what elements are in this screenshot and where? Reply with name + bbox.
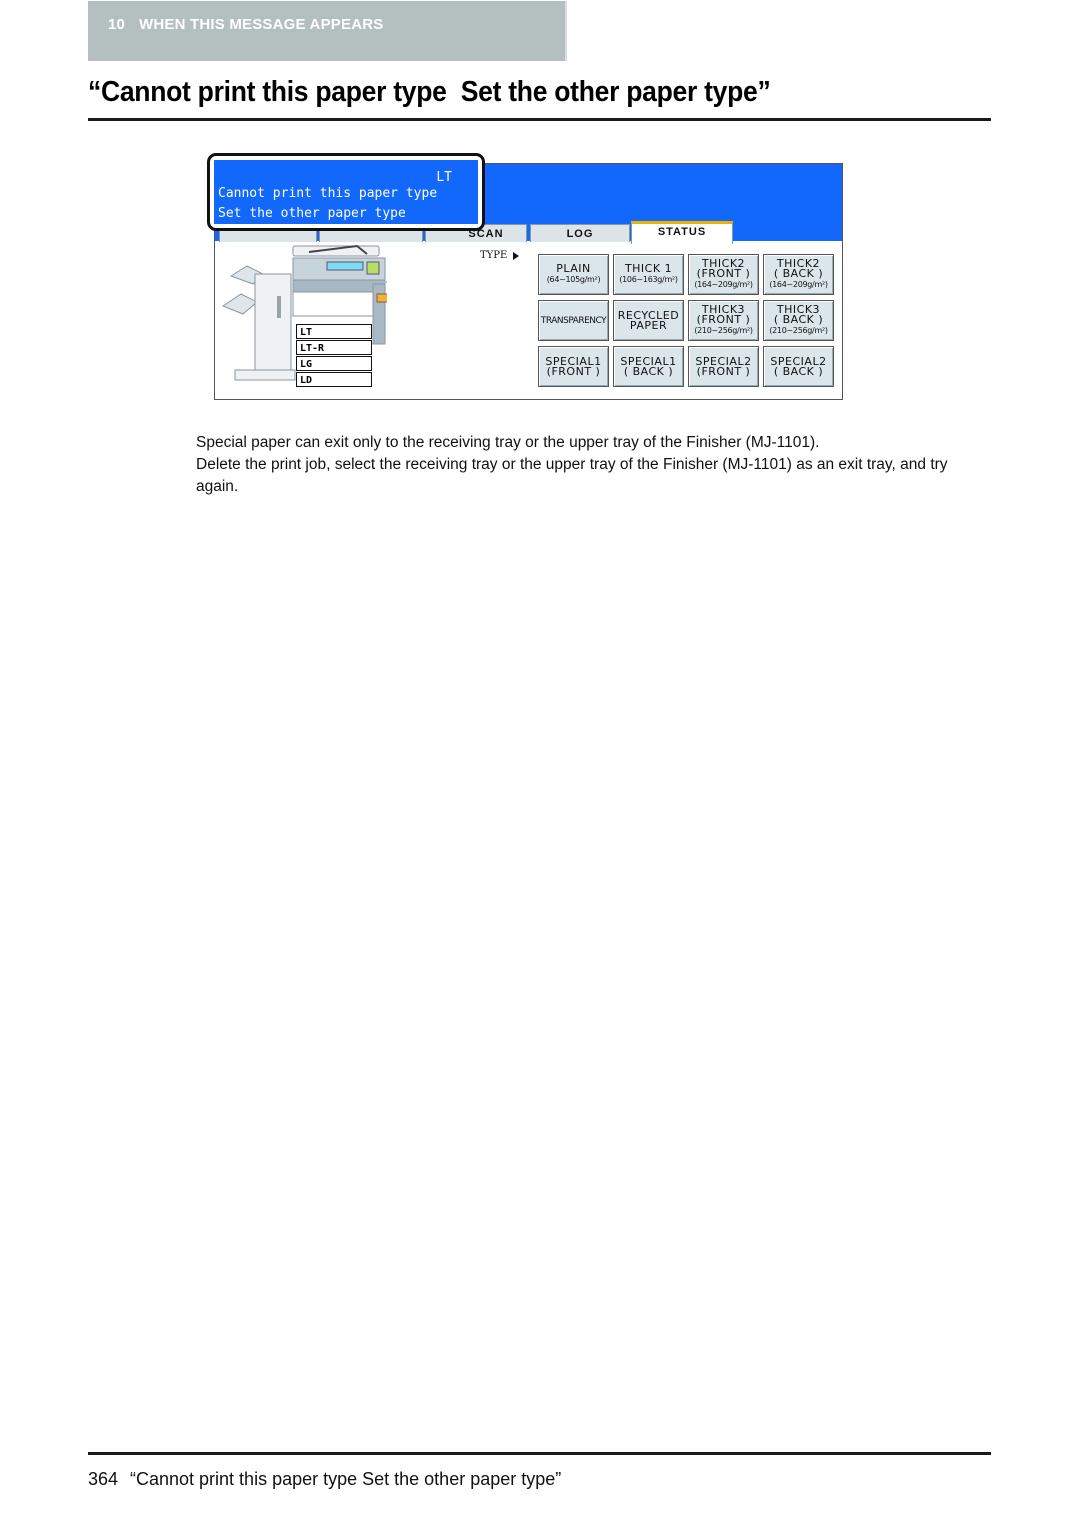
tray-2: LT-R	[296, 340, 372, 355]
paper-type-transparency-button[interactable]: TRANSPARENCY	[538, 300, 609, 341]
paper-type-thick3-back-button[interactable]: THICK3 ( BACK ) (210~256g/m²)	[763, 300, 834, 341]
arrow-right-icon	[513, 251, 520, 260]
body-paragraph-1: Special paper can exit only to the recei…	[196, 434, 820, 451]
copier-illustration: LT LT-R LG LD	[217, 244, 404, 394]
paper-type-special2-back-button[interactable]: SPECIAL2 ( BACK )	[763, 346, 834, 387]
footer-title: “Cannot print this paper type Set the ot…	[130, 1469, 562, 1489]
tray-1: LT	[296, 324, 372, 339]
page-title: “Cannot print this paper type Set the ot…	[88, 76, 771, 108]
message-line-2: Set the other paper type	[218, 206, 406, 221]
paper-type-thick2-back-button[interactable]: THICK2 ( BACK ) (164~209g/m²)	[763, 254, 834, 295]
paper-type-special1-front-button[interactable]: SPECIAL1 (FRONT )	[538, 346, 609, 387]
message-callout: LT Cannot print this paper type Set the …	[207, 153, 485, 231]
footer-divider	[88, 1452, 991, 1455]
paper-type-recycled-button[interactable]: RECYCLED PAPER	[613, 300, 684, 341]
body-paragraph-2: Delete the print job, select the receivi…	[196, 456, 948, 495]
type-label: TYPE	[480, 250, 520, 261]
tab-log[interactable]: LOG	[530, 224, 630, 242]
title-divider	[88, 118, 991, 121]
tray-3: LG	[296, 356, 372, 371]
tab-status[interactable]: STATUS	[631, 221, 733, 244]
message-display: LT Cannot print this paper type Set the …	[214, 160, 478, 224]
page-number: 364	[88, 1469, 119, 1489]
body-text: Special paper can exit only to the recei…	[196, 432, 986, 498]
paper-type-thick2-front-button[interactable]: THICK2 (FRONT ) (164~209g/m²)	[688, 254, 759, 295]
paper-size-indicator: LT	[436, 170, 452, 185]
message-line-1: Cannot print this paper type	[218, 186, 438, 201]
paper-type-thick3-front-button[interactable]: THICK3 (FRONT ) (210~256g/m²)	[688, 300, 759, 341]
paper-type-plain-button[interactable]: PLAIN (64~105g/m²)	[538, 254, 609, 295]
chapter-number: 10	[108, 16, 126, 33]
chapter-header: 10 WHEN THIS MESSAGE APPEARS	[88, 1, 567, 61]
page-footer: 364 “Cannot print this paper type Set the…	[88, 1469, 561, 1490]
paper-type-special2-front-button[interactable]: SPECIAL2 (FRONT )	[688, 346, 759, 387]
tray-4: LD	[296, 372, 372, 387]
chapter-title: WHEN THIS MESSAGE APPEARS	[139, 16, 384, 33]
paper-type-special1-back-button[interactable]: SPECIAL1 ( BACK )	[613, 346, 684, 387]
paper-type-thick1-button[interactable]: THICK 1 (106~163g/m²)	[613, 254, 684, 295]
